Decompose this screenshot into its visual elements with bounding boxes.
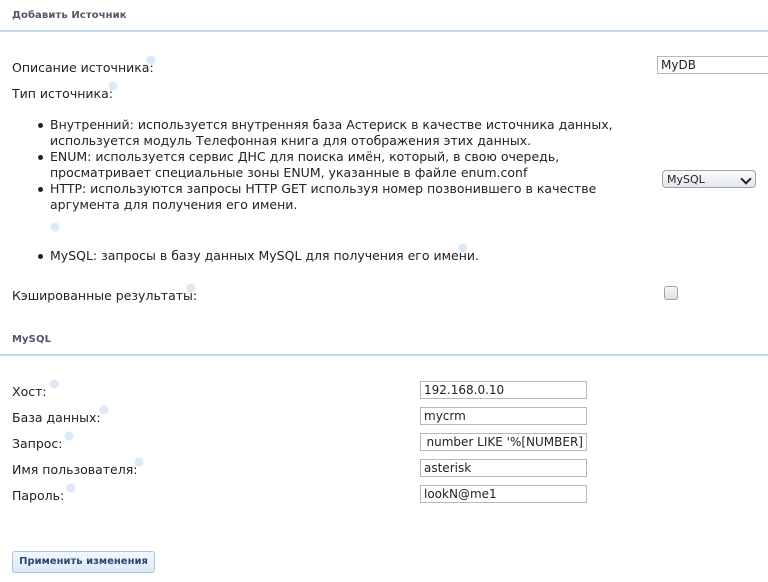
apply-changes-button[interactable]: Применить изменения — [12, 551, 155, 573]
help-icon[interactable] — [458, 243, 468, 253]
help-icon[interactable] — [134, 457, 144, 467]
type-option-mysql: MySQL: запросы в базу данных MySQL для п… — [36, 248, 646, 264]
type-description-mysql: MySQL: запросы в базу данных MySQL для п… — [36, 248, 646, 264]
db-input[interactable] — [420, 407, 587, 425]
help-icon[interactable] — [64, 431, 74, 441]
cache-checkbox[interactable] — [664, 286, 678, 300]
db-label: База данных: — [12, 410, 101, 425]
user-input[interactable] — [420, 459, 587, 477]
help-icon[interactable] — [50, 222, 60, 232]
type-description-list: Внутренний: используется внутренняя база… — [36, 117, 646, 213]
password-input[interactable] — [420, 485, 587, 503]
host-label: Хост: — [12, 384, 47, 399]
cache-label: Кэшированные результаты: — [12, 288, 198, 303]
help-icon[interactable] — [49, 379, 59, 389]
help-icon[interactable] — [146, 55, 156, 65]
type-option-http: HTTP: используются запросы HTTP GET испо… — [36, 181, 646, 213]
help-icon[interactable] — [186, 283, 196, 293]
type-option-internal: Внутренний: используется внутренняя база… — [36, 117, 646, 149]
query-input[interactable] — [420, 433, 587, 451]
description-label: Описание источника: — [12, 60, 154, 75]
help-icon[interactable] — [66, 483, 76, 493]
type-label: Тип источника: — [12, 86, 113, 101]
section-title-mysql: MySQL — [12, 334, 52, 345]
query-label: Запрос: — [12, 436, 63, 451]
help-icon[interactable] — [99, 405, 109, 415]
section-title-add-source: Добавить Источник — [12, 10, 127, 21]
type-option-enum: ENUM: используется сервис ДНС для поиска… — [36, 149, 646, 181]
section-divider — [0, 354, 768, 356]
section-divider — [0, 30, 768, 32]
source-type-select[interactable]: MySQL — [662, 170, 756, 188]
source-type-selected: MySQL — [667, 173, 705, 186]
host-input[interactable] — [420, 381, 587, 399]
description-label-text: Описание источника: — [12, 60, 154, 75]
password-label: Пароль: — [12, 488, 65, 503]
user-label: Имя пользователя: — [12, 462, 138, 477]
chevron-down-icon — [740, 173, 752, 185]
help-icon[interactable] — [108, 81, 118, 91]
description-input[interactable] — [657, 56, 768, 74]
